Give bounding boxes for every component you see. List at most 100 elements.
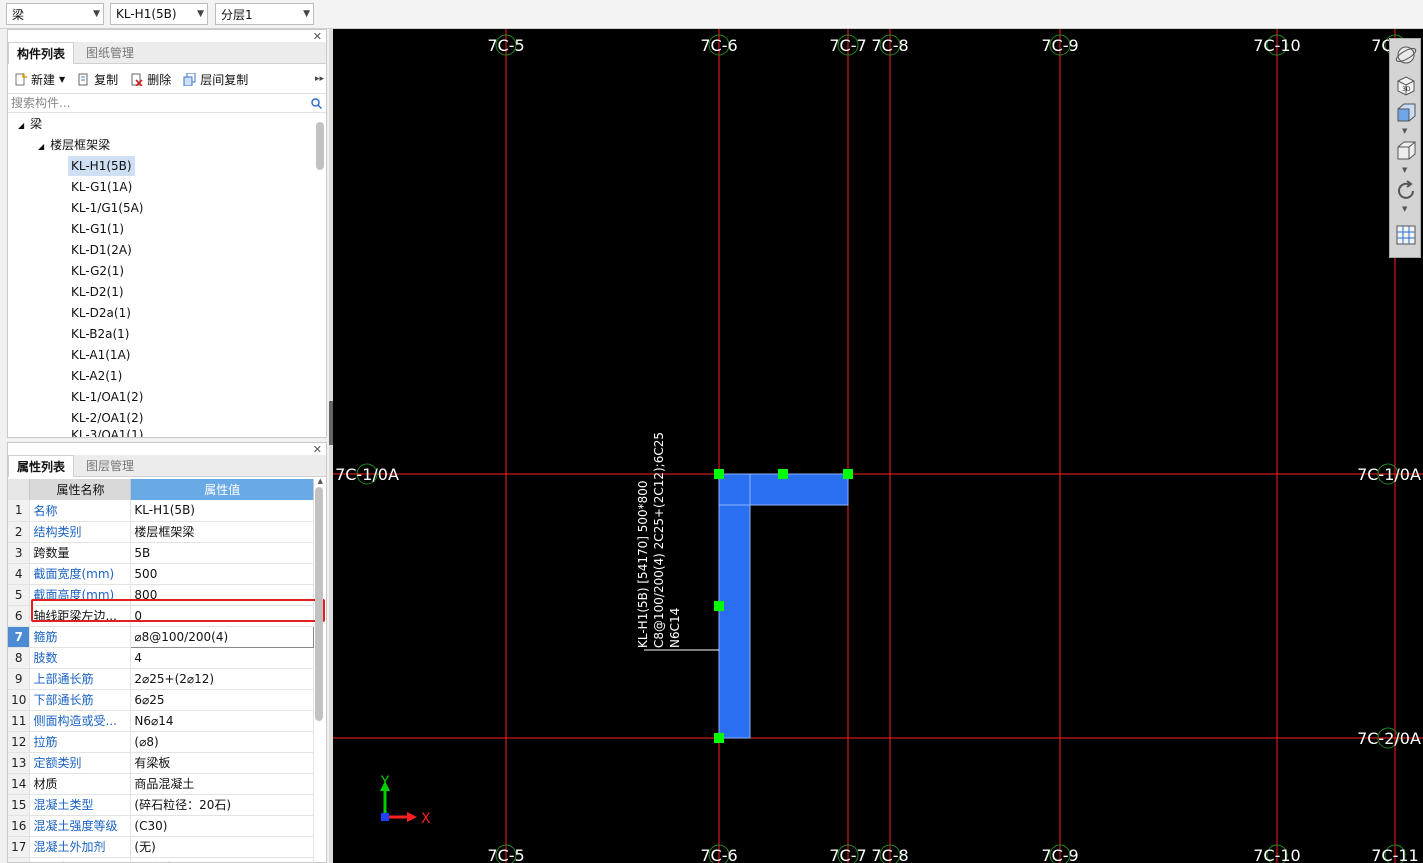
grip-handle[interactable] [714, 601, 724, 611]
chevron-down-icon[interactable]: ▼ [1402, 205, 1407, 213]
tree-item[interactable]: KL-2/OA1(2) [71, 408, 143, 428]
property-value[interactable]: (碎石粒径：20石) [130, 794, 314, 816]
3d-view-icon[interactable]: 3D [1394, 73, 1418, 97]
row-number: 5 [8, 584, 31, 606]
floor-copy-icon [183, 72, 196, 86]
scroll-up-icon[interactable]: ▲ [318, 477, 323, 485]
property-name: 下部通长筋 [29, 689, 132, 711]
tree-item[interactable]: KL-G2(1) [71, 261, 124, 281]
property-row[interactable]: 10 下部通长筋 6⌀25 [8, 689, 314, 711]
category-dropdown[interactable]: 梁 ▼ [6, 3, 104, 25]
top-toolbar: 梁 ▼ KL-H1(5B) ▼ 分层1 ▼ [0, 0, 1423, 29]
property-value[interactable]: KL-H1(5B) [130, 500, 314, 522]
tab-component-list[interactable]: 构件列表 [8, 42, 75, 64]
property-row[interactable]: 11 侧面构造或受... N6⌀14 [8, 710, 314, 732]
tree-item[interactable]: KL-H1(5B) [68, 156, 135, 176]
tab-layer-management[interactable]: 图层管理 [78, 455, 142, 477]
property-value[interactable]: (混凝土泵) [130, 857, 314, 862]
property-value[interactable]: (C30) [130, 815, 314, 837]
property-row[interactable]: 13 定额类别 有梁板 [8, 752, 314, 774]
property-value[interactable]: 楼层框架梁 [130, 521, 314, 543]
drawing-canvas[interactable]: 7C-5 7C-5 7C-6 7C-6 7C-7 7C-7 7C-8 7C-8 7C-9 7C-9… [333, 29, 1423, 863]
property-scrollbar[interactable] [315, 487, 323, 721]
property-row[interactable]: 18泵送类型(混凝土泵) [8, 857, 314, 862]
delete-button[interactable]: 删除 [130, 71, 171, 88]
component-dropdown[interactable]: KL-H1(5B) ▼ [110, 3, 208, 25]
orbit-view-icon[interactable] [1394, 43, 1418, 67]
tree-item[interactable]: KL-B2a(1) [71, 324, 129, 344]
property-row[interactable]: 15 混凝土类型 (碎石粒径：20石) [8, 794, 314, 816]
expand-icon[interactable]: ◢ [18, 121, 24, 130]
property-value[interactable]: 500 [130, 563, 314, 585]
top-view-icon[interactable] [1394, 101, 1418, 125]
tree-item[interactable]: KL-1/G1(5A) [71, 198, 144, 218]
tree-item[interactable]: KL-D2a(1) [71, 303, 131, 323]
property-name: 箍筋 [29, 626, 132, 648]
property-row[interactable]: 12 拉筋 (⌀8) [8, 731, 314, 753]
tab-property-list[interactable]: 属性列表 [8, 455, 75, 477]
grip-handle[interactable] [714, 469, 724, 479]
property-row[interactable]: 3 跨数量 5B [8, 542, 314, 564]
property-value[interactable]: (⌀8) [130, 731, 314, 753]
beam-annotation[interactable]: C8@100/200(4) 2C25+(2C12);6C25 [652, 432, 666, 648]
chevron-down-icon: ▼ [303, 9, 310, 19]
tree-item[interactable]: KL-A1(1A) [71, 345, 130, 365]
axis-label-right: 7C-2/0A [1357, 729, 1421, 748]
coord-y-label: Y [380, 774, 390, 790]
property-value[interactable]: (无) [130, 836, 314, 858]
tree-item[interactable]: KL-G1(1) [71, 219, 124, 239]
property-value[interactable]: 5B [130, 542, 314, 564]
grip-handle[interactable] [778, 469, 788, 479]
more-icon[interactable]: ▸▸ [315, 74, 324, 84]
tree-group[interactable]: ◢ 楼层框架梁 [38, 135, 110, 155]
tree-root[interactable]: ◢ 梁 [18, 114, 42, 134]
property-value[interactable]: 6⌀25 [130, 689, 314, 711]
grip-handle[interactable] [843, 469, 853, 479]
tab-drawing-management[interactable]: 图纸管理 [78, 42, 142, 64]
floor-copy-button[interactable]: 层间复制 [183, 71, 248, 88]
property-row[interactable]: 16 混凝土强度等级 (C30) [8, 815, 314, 837]
chevron-down-icon[interactable]: ▼ [1402, 166, 1407, 174]
tree-item[interactable]: KL-D2(1) [71, 282, 124, 302]
property-value[interactable]: 2⌀25+(2⌀12) [130, 668, 314, 690]
rotate-icon[interactable] [1394, 179, 1418, 203]
cad-drawing[interactable]: 7C-5 7C-5 7C-6 7C-6 7C-7 7C-7 7C-8 7C-8 7C-9 7C-9… [333, 29, 1423, 863]
tree-item[interactable]: KL-G1(1A) [71, 177, 132, 197]
tree-item[interactable]: KL-D1(2A) [71, 240, 132, 260]
property-value[interactable]: 有梁板 [130, 752, 314, 774]
property-value[interactable]: ⌀8@100/200(4) [130, 625, 314, 648]
chevron-down-icon[interactable]: ▼ [1402, 127, 1407, 135]
search-input[interactable]: 搜索构件... [8, 93, 326, 113]
property-row[interactable]: 8 肢数 4 [8, 647, 314, 669]
axis-label-top: 7C-8 [871, 36, 908, 55]
copy-button[interactable]: 复制 [77, 71, 118, 88]
beam-annotation[interactable]: KL-H1(5B) [54170] 500*800 [636, 480, 650, 648]
property-row[interactable]: 1 名称 KL-H1(5B) [8, 500, 314, 522]
property-value[interactable]: 4 [130, 647, 314, 669]
grid-settings-icon[interactable] [1394, 223, 1418, 247]
layer-dropdown[interactable]: 分层1 ▼ [215, 3, 314, 25]
property-row[interactable]: 2 结构类别 楼层框架梁 [8, 521, 314, 543]
property-row[interactable]: 17 混凝土外加剂 (无) [8, 836, 314, 858]
property-row[interactable]: 14 材质 商品混凝土 [8, 773, 314, 795]
grip-handle[interactable] [714, 733, 724, 743]
property-row[interactable]: 4 截面宽度(mm) 500 [8, 563, 314, 585]
expand-icon[interactable]: ◢ [38, 142, 44, 151]
beam-annotation[interactable]: N6C14 [668, 608, 682, 648]
property-value[interactable]: N6⌀14 [130, 710, 314, 732]
row-number: 6 [8, 605, 31, 627]
tree-item[interactable]: KL-A2(1) [71, 366, 122, 386]
tree-item[interactable]: KL-1/OA1(2) [71, 387, 143, 407]
search-icon[interactable] [311, 98, 322, 109]
new-button[interactable]: 新建 ▼ [14, 71, 65, 88]
tree-scrollbar[interactable] [316, 122, 324, 170]
axis-label-bottom: 7C-9 [1041, 846, 1078, 863]
box-view-icon[interactable] [1394, 139, 1418, 163]
axis-label-left: 7C-1/0A [335, 465, 399, 484]
property-value[interactable]: 商品混凝土 [130, 773, 314, 795]
property-row[interactable]: 7 箍筋 ⌀8@100/200(4) [8, 625, 314, 648]
property-row[interactable]: 9 上部通长筋 2⌀25+(2⌀12) [8, 668, 314, 690]
row-number: 16 [8, 815, 31, 837]
svg-text:3D: 3D [1402, 86, 1411, 93]
tree-item[interactable]: KL-3/OA1(1) [71, 429, 143, 437]
